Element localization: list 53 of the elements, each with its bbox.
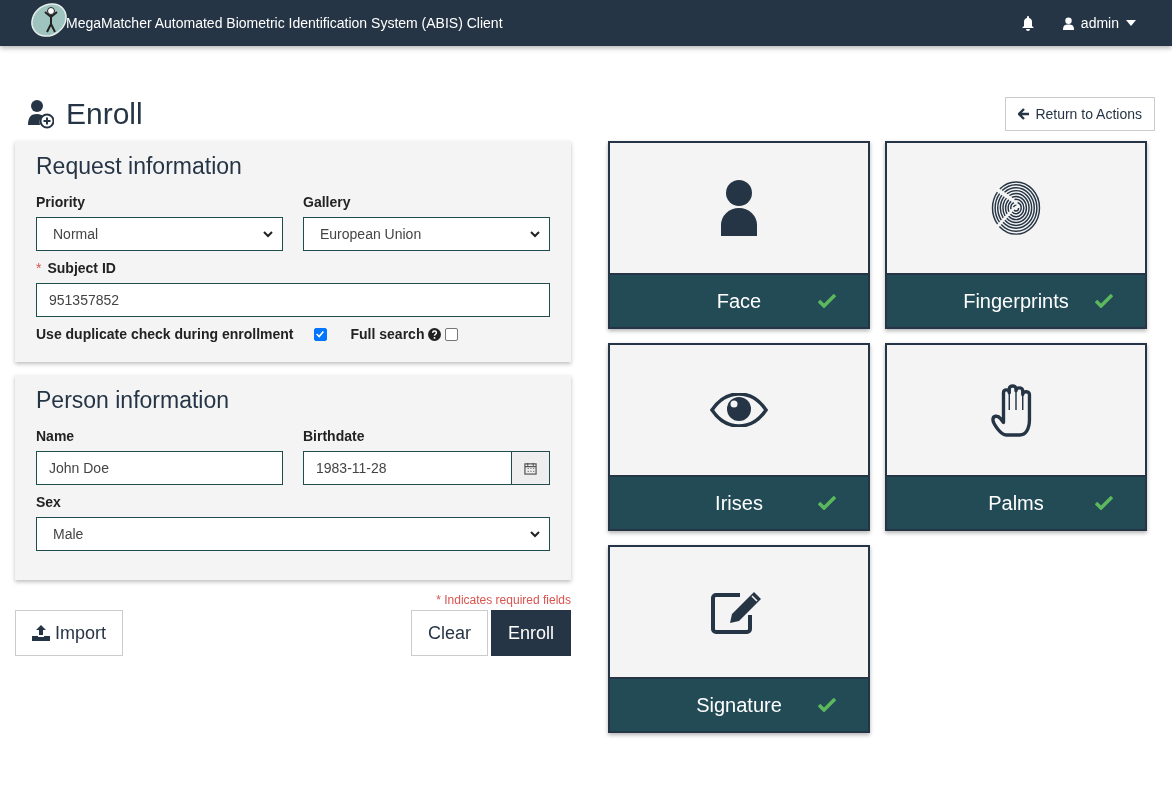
dropdown-field[interactable]: Normal	[36, 217, 283, 251]
add-user-icon	[28, 99, 54, 129]
field-label: Name	[36, 428, 75, 444]
import-button[interactable]: Import	[15, 610, 123, 656]
logo-icon	[29, 2, 69, 38]
panel-title: Request information	[36, 153, 243, 180]
app-title: MegaMatcher Automated Biometric Identification System (ABIS) Client	[66, 15, 503, 31]
chevron-down-icon	[529, 228, 541, 240]
clear-button[interactable]: Clear	[410, 610, 488, 656]
text-field[interactable]: John Doe	[36, 451, 283, 485]
user-menu[interactable]: admin	[1062, 15, 1136, 31]
required-note: * Indicates required fields	[436, 593, 571, 609]
return-button[interactable]: Return to Actions	[1005, 97, 1155, 131]
field-label: Subject ID	[47, 260, 116, 276]
eye-icon	[710, 393, 768, 427]
checkbox[interactable]	[313, 327, 327, 341]
dropdown-field[interactable]: Male	[36, 517, 550, 551]
notification-bell-icon[interactable]	[1020, 15, 1035, 31]
modality-tile[interactable]: Fingerprints	[885, 141, 1147, 329]
checkbox-label: Use duplicate check during enrollment	[36, 326, 294, 342]
date-field[interactable]: 1983-11-28	[303, 451, 511, 485]
field-label: Sex	[36, 494, 61, 510]
modality-label: Signature	[696, 693, 782, 717]
field-label: Gallery	[303, 194, 351, 210]
checkbox-label: Full search	[350, 326, 425, 342]
modality-label: Fingerprints	[963, 289, 1069, 313]
modality-tile[interactable]: Palms	[885, 343, 1147, 531]
chevron-down-icon	[529, 528, 541, 540]
field-label: Priority	[36, 194, 85, 210]
modality-label: Irises	[715, 491, 763, 515]
person-icon	[721, 180, 757, 236]
page-title: Enroll	[66, 97, 143, 131]
calendar-icon	[524, 461, 537, 475]
checkmark-icon	[315, 329, 325, 339]
caret-icon	[1126, 20, 1136, 26]
chevron-down-icon	[262, 228, 274, 240]
modality-tile[interactable]: Face	[608, 141, 870, 329]
dropdown-field[interactable]: European Union	[303, 217, 550, 251]
help-icon[interactable]	[428, 327, 442, 341]
panel-title: Person information	[36, 387, 231, 414]
modality-label: Face	[716, 289, 762, 313]
text-field[interactable]: 951357852	[36, 283, 550, 317]
modality-label: Palms	[988, 491, 1044, 515]
modality-tile[interactable]: Irises	[608, 343, 870, 531]
calendar-button[interactable]	[511, 451, 550, 485]
upload-icon	[32, 625, 50, 641]
field-label: Birthdate	[303, 428, 365, 444]
enroll-button[interactable]: Enroll	[490, 610, 571, 656]
arrow-left-icon	[1018, 108, 1031, 120]
modality-tile[interactable]: Signature	[608, 545, 870, 733]
checkbox[interactable]	[445, 327, 459, 341]
user-icon	[1062, 16, 1074, 30]
required-mark: *	[36, 260, 42, 276]
